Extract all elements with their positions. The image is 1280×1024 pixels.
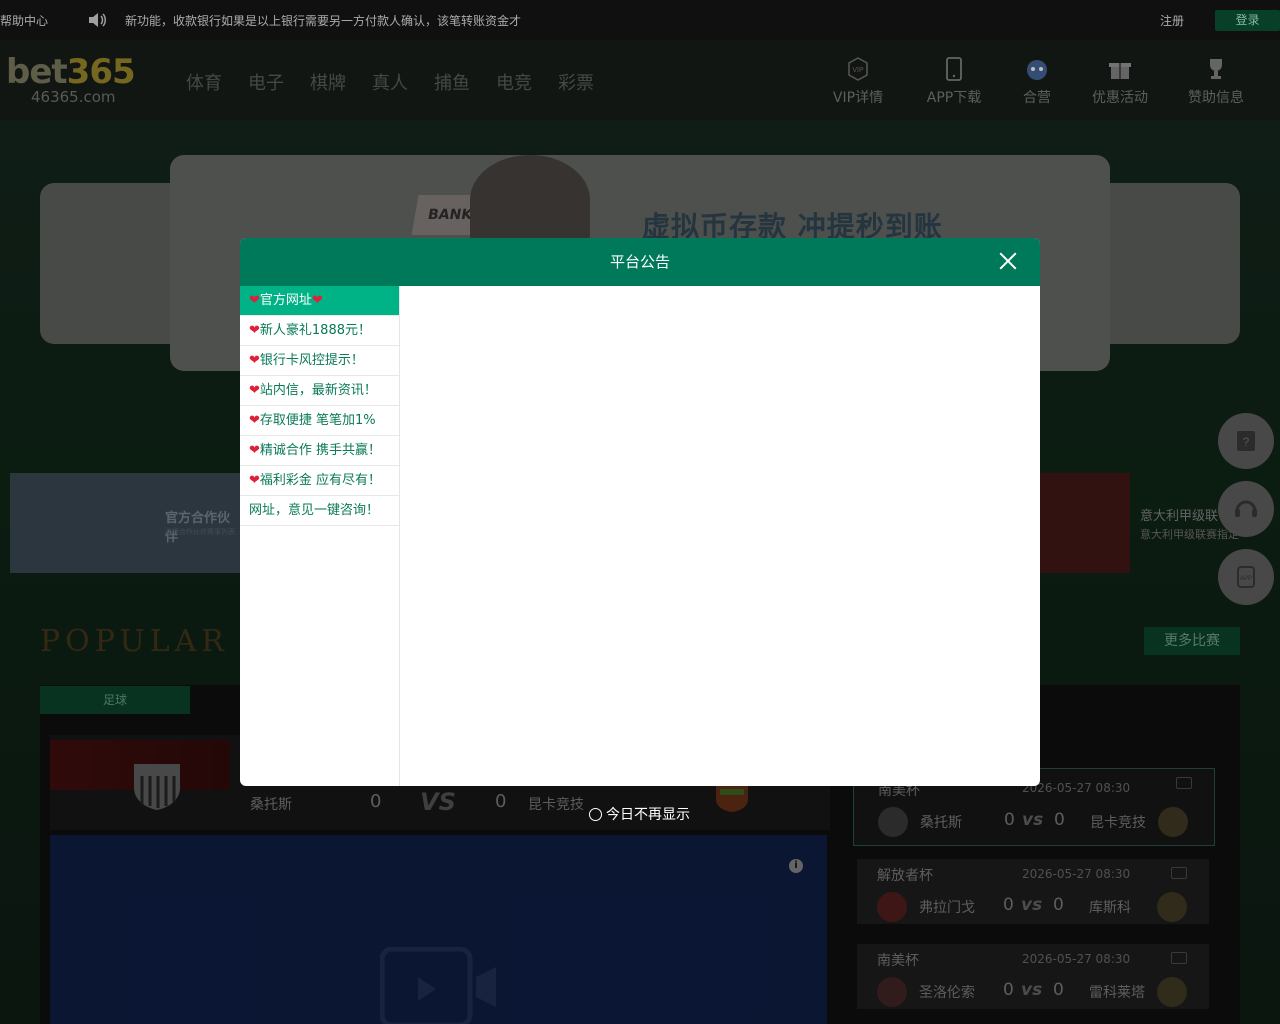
- heart-icon: ❤: [249, 473, 260, 488]
- announcement-item-newbie-gift[interactable]: ❤新人豪礼1888元！: [240, 316, 399, 346]
- close-icon[interactable]: [998, 250, 1018, 270]
- announcement-item-deposit-bonus[interactable]: ❤存取便捷 笔笔加1%: [240, 406, 399, 436]
- dont-show-today-label: 今日不再显示: [606, 807, 690, 823]
- announcement-list: ❤官方网址❤ ❤新人豪礼1888元！ ❤银行卡风控提示！ ❤站内信，最新资讯！ …: [240, 286, 400, 786]
- announcement-item-bank-risk[interactable]: ❤银行卡风控提示！: [240, 346, 399, 376]
- heart-icon: ❤: [311, 293, 323, 308]
- heart-icon: ❤: [249, 383, 260, 398]
- radio-circle-icon[interactable]: [589, 807, 602, 821]
- announcement-item-inbox[interactable]: ❤站内信，最新资讯！: [240, 376, 399, 406]
- announcement-item-label: 精诚合作 携手共赢！: [259, 443, 382, 458]
- announcement-item-consult[interactable]: 网址，意见一键咨询！: [240, 496, 399, 526]
- announcement-item-welfare[interactable]: ❤福利彩金 应有尽有！: [240, 466, 399, 496]
- heart-icon: ❤: [249, 293, 260, 308]
- announcement-item-label: 站内信，最新资讯！: [259, 383, 377, 398]
- heart-icon: ❤: [249, 323, 260, 338]
- dont-show-today-toggle[interactable]: 今日不再显示: [589, 804, 690, 824]
- announcement-item-cooperation[interactable]: ❤精诚合作 携手共赢！: [240, 436, 399, 466]
- announcement-item-label: 存取便捷 笔笔加1%: [259, 413, 376, 428]
- heart-icon: ❤: [249, 443, 260, 458]
- announcement-modal: 平台公告 ❤官方网址❤ ❤新人豪礼1888元！ ❤银行卡风控提示！ ❤站内信，最…: [240, 238, 1040, 786]
- announcement-item-label: 官方网址: [259, 293, 312, 308]
- announcement-item-label: 新人豪礼1888元！: [259, 323, 371, 338]
- announcement-item-label: 福利彩金 应有尽有！: [259, 473, 382, 488]
- modal-header: 平台公告: [240, 238, 1040, 286]
- announcement-item-official-url[interactable]: ❤官方网址❤: [240, 286, 399, 316]
- announcement-item-label: 银行卡风控提示！: [259, 353, 364, 368]
- modal-title: 平台公告: [609, 253, 670, 271]
- announcement-item-label: 网址，意见一键咨询！: [249, 503, 380, 518]
- heart-icon: ❤: [249, 353, 260, 368]
- heart-icon: ❤: [249, 413, 260, 428]
